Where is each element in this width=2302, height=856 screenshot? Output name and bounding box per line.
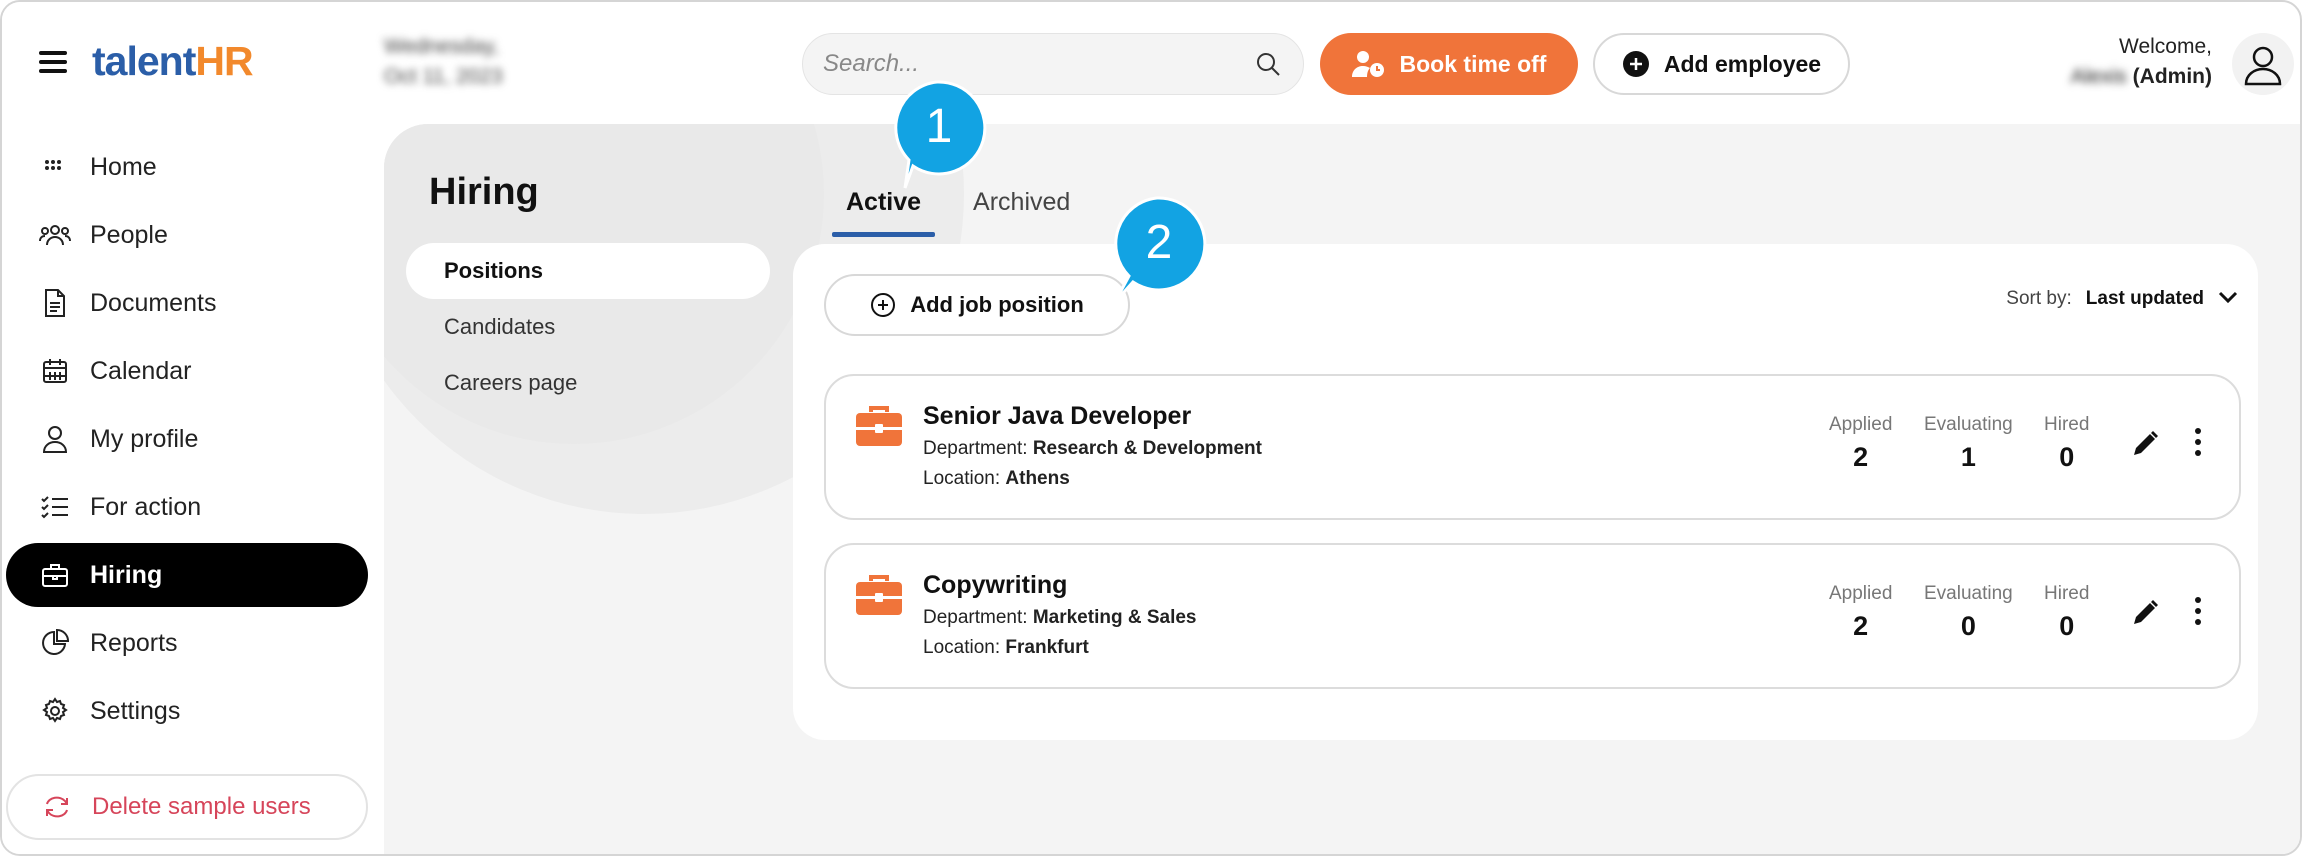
job-department: Department: Marketing & Sales [923, 607, 1197, 628]
job-position-card[interactable]: Senior Java Developer Department: Resear… [824, 374, 2241, 520]
sidebar-item-label: For action [90, 492, 202, 521]
edit-pencil-icon[interactable] [2131, 430, 2159, 463]
user-clock-icon [1351, 50, 1386, 78]
user-role: (Admin) [2132, 65, 2212, 88]
people-icon [38, 218, 72, 252]
sidebar-item-reports[interactable]: Reports [6, 611, 368, 675]
sidebar-item-people[interactable]: People [6, 203, 368, 267]
sidebar-item-calendar[interactable]: Calendar [6, 339, 368, 403]
book-time-off-label: Book time off [1399, 50, 1547, 77]
grid-icon [38, 150, 72, 184]
search-bar [802, 33, 1304, 95]
sync-arrows-icon [40, 790, 74, 824]
sidebar-item-label: Reports [90, 628, 178, 657]
stat-hired: Hired 0 [2044, 583, 2090, 641]
job-location: Location: Athens [923, 468, 1070, 489]
pie-chart-icon [38, 626, 72, 660]
document-icon [38, 286, 72, 320]
sort-dropdown[interactable]: Sort by: Last updated [2006, 288, 2238, 310]
add-job-position-label: Add job position [910, 292, 1084, 317]
hiring-subnav: Positions Candidates Careers page [406, 243, 770, 411]
user-name: Alexis [2070, 65, 2127, 88]
checklist-icon [38, 490, 72, 524]
sidebar-item-hiring[interactable]: Hiring [6, 543, 368, 607]
chevron-down-icon [2218, 288, 2238, 310]
job-location: Location: Frankfurt [923, 637, 1089, 658]
job-title[interactable]: Senior Java Developer [923, 402, 1191, 431]
sidebar-item-label: People [90, 220, 168, 249]
sidebar-item-label: Hiring [90, 560, 163, 589]
hamburger-menu-icon[interactable] [39, 51, 67, 73]
search-input[interactable] [823, 50, 1253, 78]
gear-icon [38, 694, 72, 728]
sort-label: Sort by: [2006, 288, 2072, 309]
callout-number: 1 [926, 100, 953, 153]
more-options-icon[interactable] [2191, 428, 2205, 461]
stat-evaluating: Evaluating 1 [1924, 414, 2013, 472]
sidebar-item-label: Calendar [90, 356, 192, 385]
briefcase-icon [856, 406, 902, 451]
subnav-item-careers-page[interactable]: Careers page [406, 355, 770, 411]
sidebar-item-label: My profile [90, 424, 199, 453]
search-icon[interactable] [1253, 49, 1283, 79]
user-icon [38, 422, 72, 456]
add-employee-button[interactable]: Add employee [1593, 33, 1850, 95]
delete-sample-users-label: Delete sample users [92, 793, 311, 820]
add-job-position-button[interactable]: Add job position [824, 274, 1130, 336]
app-window: talentHR Home People Documents Calendar … [0, 0, 2302, 856]
page-title: Hiring [429, 171, 539, 213]
edit-pencil-icon[interactable] [2131, 599, 2159, 632]
subnav-item-positions[interactable]: Positions [406, 243, 770, 299]
stat-evaluating: Evaluating 0 [1924, 583, 2013, 641]
sidebar-item-label: Home [90, 152, 157, 181]
callout-marker-2: 2 [1113, 196, 1207, 304]
callout-number: 2 [1146, 216, 1173, 269]
book-time-off-button[interactable]: Book time off [1320, 33, 1578, 95]
sidebar-item-settings[interactable]: Settings [6, 679, 368, 743]
stat-applied: Applied 2 [1829, 414, 1893, 472]
briefcase-icon [38, 558, 72, 592]
stat-applied: Applied 2 [1829, 583, 1893, 641]
briefcase-icon [856, 575, 902, 620]
more-options-icon[interactable] [2191, 597, 2205, 630]
job-title[interactable]: Copywriting [923, 571, 1067, 600]
add-employee-label: Add employee [1663, 50, 1822, 77]
subnav-item-candidates[interactable]: Candidates [406, 299, 770, 355]
avatar[interactable] [2232, 33, 2294, 95]
sidebar-item-home[interactable]: Home [6, 135, 368, 199]
callout-marker-1: 1 [894, 80, 987, 189]
calendar-icon [38, 354, 72, 388]
welcome-message: Welcome, Alexis (Admin) [2070, 35, 2212, 88]
current-date: Wednesday, Oct 11, 2023 [384, 35, 503, 88]
plus-circle-icon [870, 292, 896, 318]
plus-circle-icon [1622, 50, 1650, 78]
sidebar-nav: Home People Documents Calendar My profil… [2, 135, 382, 747]
sidebar-item-label: Documents [90, 288, 217, 317]
sort-value: Last updated [2085, 288, 2204, 309]
sidebar: talentHR Home People Documents Calendar … [2, 2, 382, 854]
sidebar-item-documents[interactable]: Documents [6, 271, 368, 335]
sidebar-item-label: Settings [90, 696, 181, 725]
job-department: Department: Research & Development [923, 438, 1262, 459]
sidebar-item-for-action[interactable]: For action [6, 475, 368, 539]
talenthr-logo[interactable]: talentHR [92, 38, 254, 85]
stat-hired: Hired 0 [2044, 414, 2090, 472]
job-position-card[interactable]: Copywriting Department: Marketing & Sale… [824, 543, 2241, 689]
sidebar-item-my-profile[interactable]: My profile [6, 407, 368, 471]
delete-sample-users-button[interactable]: Delete sample users [6, 774, 368, 840]
